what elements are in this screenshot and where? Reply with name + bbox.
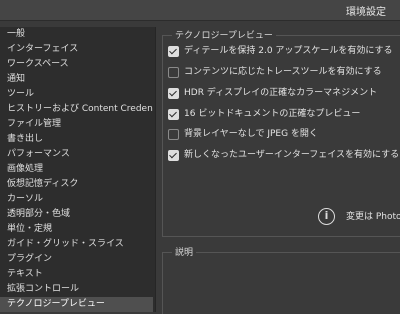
window-titlebar: 環境設定 (0, 0, 400, 21)
option-hdr-color-management[interactable]: HDR ディスプレイの正確なカラーマネジメント (168, 86, 400, 100)
sidebar-item-performance[interactable]: パフォーマンス (0, 147, 153, 162)
option-16bit-preview[interactable]: 16 ビットドキュメントの正確なプレビュー (168, 107, 400, 121)
sidebar-item-export[interactable]: 書き出し (0, 132, 153, 147)
sidebar-item-tools[interactable]: ツール (0, 87, 153, 102)
option-content-aware-tracing[interactable]: コンテンツに応じたトレースツールを有効にする (168, 65, 400, 79)
sidebar-item-units-rulers[interactable]: 単位・定規 (0, 222, 153, 237)
preferences-sidebar: 一般 インターフェイス ワークスペース 通知 ツール ヒストリーおよび Cont… (0, 27, 156, 312)
option-label: 背景レイヤーなしで JPEG を開く (184, 129, 318, 139)
description-group (162, 252, 400, 314)
sidebar-item-history[interactable]: ヒストリーおよび Content Credentials (0, 102, 153, 117)
sidebar-item-scratch-disks[interactable]: 仮想記憶ディスク (0, 177, 153, 192)
option-label: 新しくなったユーザーインターフェイスを有効にする (184, 150, 400, 160)
sidebar-item-plugins[interactable]: プラグイン (0, 252, 153, 267)
restart-info-text: 変更は Photo (346, 212, 400, 222)
sidebar-item-enhanced-controls[interactable]: 拡張コントロール (0, 282, 153, 297)
sidebar-item-image-processing[interactable]: 画像処理 (0, 162, 153, 177)
description-title: 説明 (172, 245, 197, 258)
sidebar-item-technology-previews[interactable]: テクノロジープレビュー (0, 297, 153, 312)
sidebar-item-cursors[interactable]: カーソル (0, 192, 153, 207)
checkbox[interactable] (168, 129, 179, 140)
sidebar-item-type[interactable]: テキスト (0, 267, 153, 282)
sidebar-item-guides-grid-slices[interactable]: ガイド・グリッド・スライス (0, 237, 153, 252)
sidebar-item-notifications[interactable]: 通知 (0, 72, 153, 87)
info-icon: i (318, 208, 335, 225)
sidebar-item-workspace[interactable]: ワークスペース (0, 57, 153, 72)
option-jpeg-without-background[interactable]: 背景レイヤーなしで JPEG を開く (168, 127, 400, 141)
option-label: HDR ディスプレイの正確なカラーマネジメント (184, 88, 378, 98)
sidebar-item-general[interactable]: 一般 (0, 27, 153, 42)
checkbox[interactable] (168, 46, 179, 57)
option-new-ui[interactable]: 新しくなったユーザーインターフェイスを有効にする (168, 148, 400, 162)
option-label: 16 ビットドキュメントの正確なプレビュー (184, 109, 361, 119)
sidebar-item-transparency-gamut[interactable]: 透明部分・色域 (0, 207, 153, 222)
checkbox[interactable] (168, 67, 179, 78)
checkbox[interactable] (168, 150, 179, 161)
checkbox[interactable] (168, 88, 179, 99)
option-preserve-details-upscale[interactable]: ディテールを保持 2.0 アップスケールを有効にする (168, 44, 400, 58)
checkbox[interactable] (168, 109, 179, 120)
window-title: 環境設定 (346, 7, 386, 18)
tech-preview-title: テクノロジープレビュー (172, 28, 276, 41)
sidebar-item-interface[interactable]: インターフェイス (0, 42, 153, 57)
option-label: ディテールを保持 2.0 アップスケールを有効にする (184, 46, 393, 56)
option-label: コンテンツに応じたトレースツールを有効にする (184, 67, 382, 77)
sidebar-item-file-handling[interactable]: ファイル管理 (0, 117, 153, 132)
